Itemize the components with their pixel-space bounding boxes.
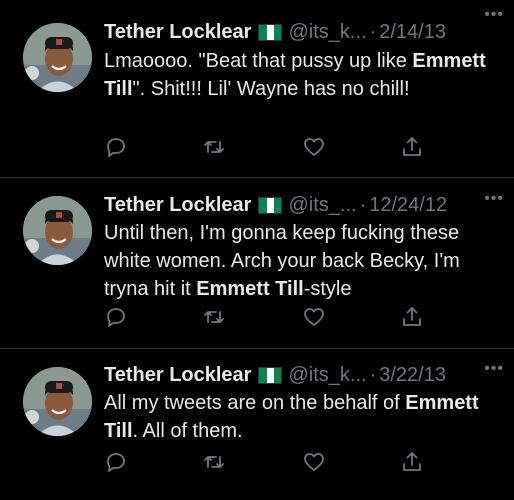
author-name[interactable]: Tether Locklear: [104, 21, 251, 44]
author-handle[interactable]: @its_k...: [288, 21, 366, 44]
tweet-text-part: Lmaoooo. "Beat that pussy up like: [104, 50, 413, 72]
heart-icon: [304, 138, 324, 156]
reply-button[interactable]: [104, 305, 130, 331]
tweet-text: Lmaoooo. "Beat that pussy up like Emmett…: [104, 47, 500, 103]
author-handle[interactable]: @its_...: [288, 194, 356, 217]
nigeria-flag-icon: [258, 366, 283, 384]
retweet-button[interactable]: [202, 305, 228, 331]
tweet-date[interactable]: 3/22/13: [379, 364, 446, 387]
reply-icon: [107, 453, 125, 472]
separator-dot: ·: [369, 363, 377, 386]
tweet-feed: Tether Locklear @its_k... · 2/14/13 ••• …: [0, 0, 514, 500]
tweet[interactable]: Tether Locklear @its_... · 12/24/12 ••• …: [0, 178, 514, 349]
separator-dot: ·: [369, 20, 377, 43]
tweet-text-part: All my tweets are on the behalf of: [104, 392, 406, 414]
tweet-actions: [104, 135, 500, 161]
tweet-actions: [104, 305, 500, 331]
reply-icon: [107, 138, 125, 157]
share-icon: [403, 452, 421, 471]
retweet-icon: [204, 456, 224, 468]
tweet-header: Tether Locklear @its_k... · 2/14/13: [104, 18, 506, 46]
tweet-text-bold: Emmett Till: [196, 278, 304, 300]
author-handle[interactable]: @its_k...: [288, 364, 366, 387]
retweet-icon: [204, 141, 224, 153]
reply-button[interactable]: [104, 450, 130, 476]
share-button[interactable]: [400, 450, 426, 476]
like-button[interactable]: [302, 135, 328, 161]
reply-button[interactable]: [104, 135, 130, 161]
tweet-text: Until then, I'm gonna keep fucking these…: [104, 219, 500, 303]
reply-icon: [107, 308, 125, 327]
tweet-text-part: ". Shit!!! Lil' Wayne has no chill!: [132, 78, 410, 100]
tweet[interactable]: Tether Locklear @its_k... · 2/14/13 ••• …: [0, 0, 514, 178]
author-name[interactable]: Tether Locklear: [104, 194, 251, 217]
tweet-header: Tether Locklear @its_... · 12/24/12: [104, 191, 506, 219]
heart-icon: [304, 308, 324, 326]
avatar[interactable]: [23, 367, 92, 436]
tweet-text: All my tweets are on the behalf of Emmet…: [104, 389, 500, 445]
author-name[interactable]: Tether Locklear: [104, 364, 251, 387]
nigeria-flag-icon: [258, 196, 283, 214]
heart-icon: [304, 453, 324, 471]
tweet-actions: [104, 450, 500, 476]
retweet-button[interactable]: [202, 450, 228, 476]
tweet[interactable]: Tether Locklear @its_k... · 3/22/13 ••• …: [0, 349, 514, 500]
nigeria-flag-icon: [258, 23, 283, 41]
tweet-header: Tether Locklear @its_k... · 3/22/13: [104, 361, 506, 389]
more-horizontal-icon[interactable]: •••: [484, 190, 504, 208]
more-horizontal-icon[interactable]: •••: [484, 6, 504, 24]
retweet-button[interactable]: [202, 135, 228, 161]
retweet-icon: [204, 311, 224, 323]
avatar[interactable]: [23, 23, 92, 92]
more-horizontal-icon[interactable]: •••: [484, 360, 504, 378]
share-icon: [403, 137, 421, 156]
tweet-date[interactable]: 2/14/13: [379, 21, 446, 44]
like-button[interactable]: [302, 305, 328, 331]
tweet-text-part: -style: [303, 278, 352, 300]
separator-dot: ·: [359, 193, 367, 216]
share-button[interactable]: [400, 305, 426, 331]
share-button[interactable]: [400, 135, 426, 161]
tweet-date[interactable]: 12/24/12: [369, 194, 447, 217]
tweet-text-part: . All of them.: [132, 420, 243, 442]
like-button[interactable]: [302, 450, 328, 476]
share-icon: [403, 307, 421, 326]
avatar[interactable]: [23, 196, 92, 265]
